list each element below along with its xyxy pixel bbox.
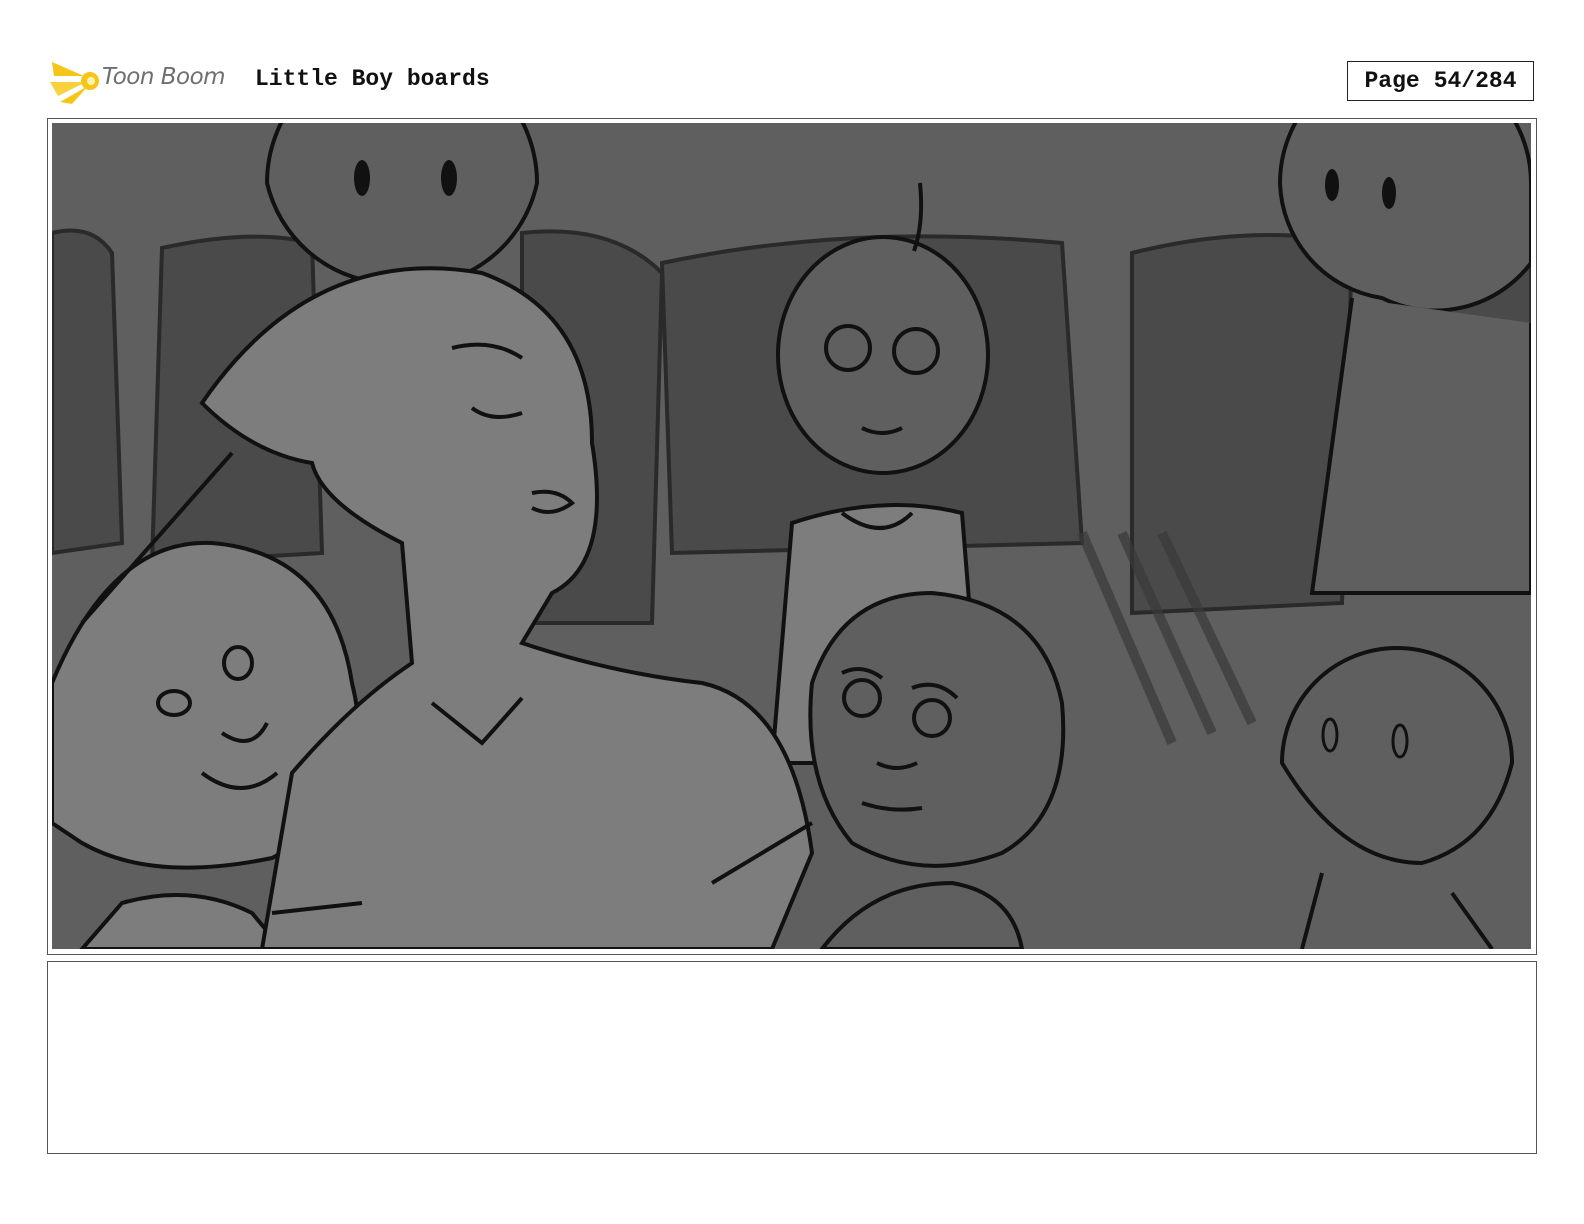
project-title: Little Boy boards bbox=[255, 66, 490, 92]
page-number: 54/284 bbox=[1433, 68, 1517, 94]
page-indicator: Page 54/284 bbox=[1347, 61, 1534, 101]
caption-box bbox=[47, 961, 1537, 1154]
toon-boom-logo: Toon Boom bbox=[50, 54, 240, 106]
starburst-icon bbox=[50, 62, 99, 104]
storyboard-panel bbox=[47, 118, 1537, 955]
logo-text: Toon Boom bbox=[102, 64, 226, 90]
page-label: Page bbox=[1364, 68, 1420, 94]
storyboard-sketch bbox=[52, 123, 1531, 949]
